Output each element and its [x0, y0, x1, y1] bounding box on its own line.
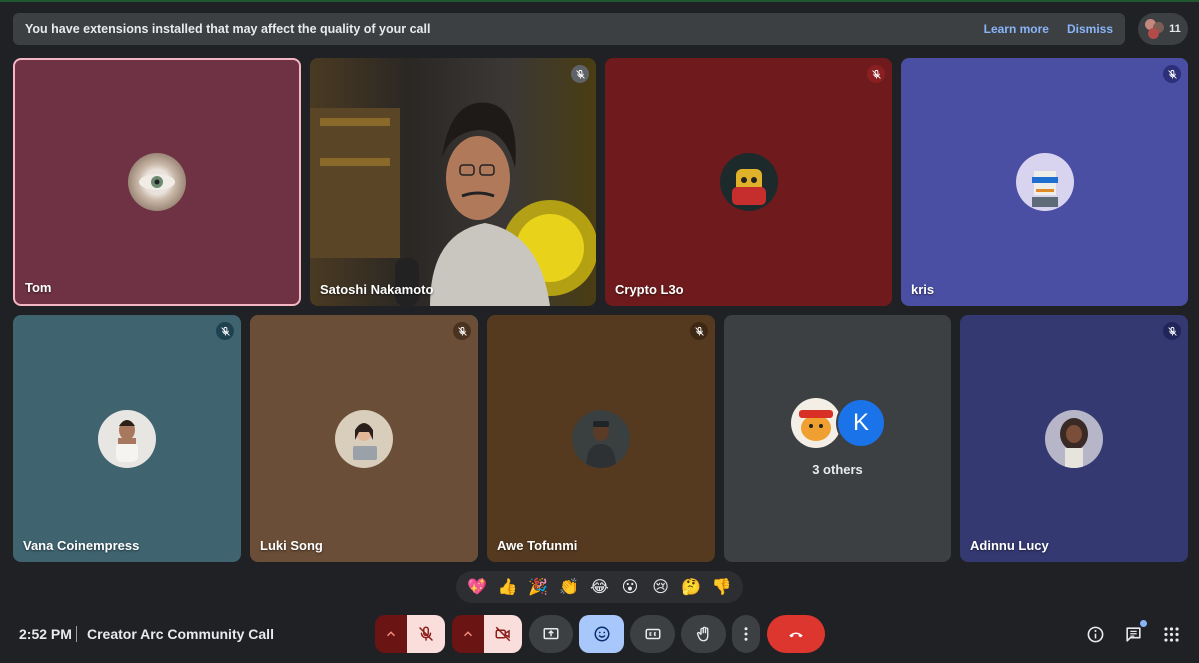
reaction-sad[interactable]: 😢: [647, 573, 675, 601]
participant-name: Vana Coinempress: [23, 538, 140, 553]
mic-off-icon: [457, 326, 467, 336]
apps-grid-icon: [1163, 626, 1179, 642]
emoji-icon: [594, 626, 609, 642]
avatar: [719, 153, 778, 211]
more-vert-icon: [744, 627, 748, 641]
participant-tile-tom[interactable]: Tom: [13, 58, 301, 306]
learn-more-link[interactable]: Learn more: [984, 22, 1049, 36]
banner-message: You have extensions installed that may a…: [25, 22, 431, 36]
participants-count: 11: [1169, 23, 1181, 35]
mic-off-indicator: [1163, 65, 1181, 83]
mic-off-indicator: [867, 65, 885, 83]
reaction-sparkling-heart[interactable]: 💖: [463, 573, 491, 601]
dismiss-button[interactable]: Dismiss: [1067, 22, 1113, 36]
extensions-warning-banner: You have extensions installed that may a…: [13, 13, 1125, 45]
chat-notification-dot: [1140, 620, 1147, 627]
reaction-thumbs-down[interactable]: 👎: [708, 573, 736, 601]
participant-name: Adinnu Lucy: [970, 538, 1049, 553]
reaction-party-popper[interactable]: 🎉: [524, 573, 552, 601]
participant-name: Awe Tofunmi: [497, 538, 578, 553]
camera-options-button[interactable]: [452, 615, 484, 653]
participant-name: Satoshi Nakamoto: [320, 282, 434, 297]
chevron-up-icon: [463, 631, 473, 637]
reaction-thumbs-up[interactable]: 👍: [494, 573, 522, 601]
divider: [76, 626, 77, 642]
info-icon: [1087, 626, 1103, 642]
top-progress-line: [0, 0, 1199, 2]
camera-off-icon: [495, 626, 511, 642]
present-icon: [543, 628, 559, 640]
others-label: 3 others: [812, 462, 863, 477]
participant-name: Tom: [25, 280, 52, 295]
mic-off-icon: [1167, 326, 1177, 336]
raise-hand-button[interactable]: [681, 615, 726, 653]
leave-call-button[interactable]: [767, 615, 825, 653]
video-feed: [310, 102, 596, 306]
more-options-button[interactable]: [732, 615, 760, 653]
participant-name: Luki Song: [260, 538, 323, 553]
participant-tile-adinnu[interactable]: Adinnu Lucy: [960, 315, 1188, 562]
participants-avatar-stack: [1145, 19, 1165, 39]
meeting-clock: 2:52 PM: [19, 626, 72, 642]
others-avatar-1: [791, 398, 841, 448]
mic-off-icon: [419, 626, 433, 641]
participant-tile-kris[interactable]: kris: [901, 58, 1188, 306]
activities-button[interactable]: [1161, 624, 1181, 644]
mic-off-indicator: [690, 322, 708, 340]
others-tile[interactable]: K 3 others: [724, 315, 951, 562]
present-screen-button[interactable]: [529, 615, 573, 653]
chat-button[interactable]: [1123, 620, 1147, 644]
camera-control-group: [452, 615, 522, 653]
mic-off-icon: [1167, 69, 1177, 79]
mic-off-indicator: [1163, 322, 1181, 340]
mic-off-icon: [220, 326, 230, 336]
hang-up-icon: [789, 632, 803, 638]
reaction-clapping[interactable]: 👏: [555, 573, 583, 601]
avatar: [1015, 153, 1074, 211]
mic-off-icon: [871, 69, 881, 79]
mic-off-indicator: [453, 322, 471, 340]
participant-tile-vana[interactable]: Vana Coinempress: [13, 315, 241, 562]
participant-tile-satoshi[interactable]: Satoshi Nakamoto: [310, 58, 596, 306]
chevron-up-icon: [386, 631, 396, 637]
avatar: [1045, 409, 1103, 468]
participant-tile-crypto-l3o[interactable]: Crypto L3o: [605, 58, 892, 306]
reaction-surprised[interactable]: 😮: [616, 573, 644, 601]
mic-off-icon: [575, 69, 585, 79]
participants-chip[interactable]: 11: [1138, 13, 1188, 45]
mic-control-group: [375, 615, 445, 653]
chat-icon: [1125, 626, 1141, 642]
captions-button[interactable]: [630, 615, 675, 653]
participant-tile-awe[interactable]: Awe Tofunmi: [487, 315, 715, 562]
avatar: [335, 409, 393, 468]
others-avatar-k: K: [836, 398, 886, 448]
participant-name: Crypto L3o: [615, 282, 684, 297]
meeting-title: Creator Arc Community Call: [87, 626, 274, 642]
mic-toggle-button[interactable]: [407, 615, 445, 653]
participant-name: kris: [911, 282, 935, 297]
participant-tile-luki[interactable]: Luki Song: [250, 315, 478, 562]
avatar: [98, 409, 156, 468]
mic-off-indicator: [216, 322, 234, 340]
reaction-thinking[interactable]: 🤔: [677, 573, 705, 601]
mic-off-icon: [694, 326, 704, 336]
avatar: [128, 153, 186, 211]
mic-options-button[interactable]: [375, 615, 407, 653]
camera-toggle-button[interactable]: [484, 615, 522, 653]
captions-icon: [645, 628, 660, 640]
hand-icon: [696, 626, 708, 642]
mic-off-indicator: [571, 65, 589, 83]
meeting-details-button[interactable]: [1085, 624, 1105, 644]
avatar: [572, 409, 630, 468]
reaction-laughing[interactable]: 😂: [585, 573, 613, 601]
reactions-bar: 💖 👍 🎉 👏 😂 😮 😢 🤔 👎: [456, 571, 743, 603]
reactions-button[interactable]: [579, 615, 624, 653]
